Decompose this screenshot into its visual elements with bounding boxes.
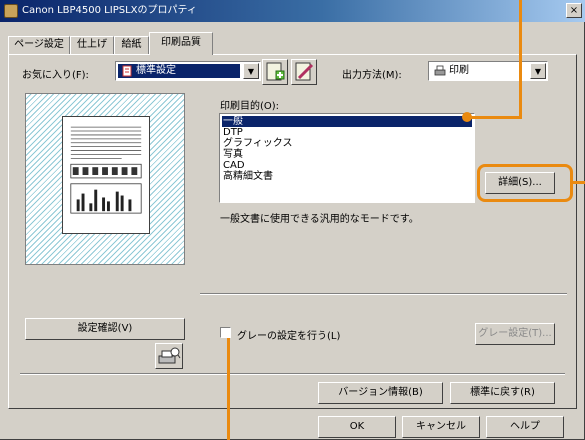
list-item[interactable]: 高精細文書 [222, 171, 472, 182]
close-button[interactable]: × [566, 3, 582, 18]
favorites-value: 標準設定 [136, 65, 176, 76]
list-item[interactable]: グラフィックス [222, 138, 472, 149]
output-method-label: 出力方法(M): [342, 70, 402, 81]
callout-ring-details [477, 164, 573, 202]
tab-print-quality[interactable]: 印刷品質 [149, 32, 213, 55]
ok-button[interactable]: OK [318, 416, 396, 438]
purpose-description: 一般文書に使用できる汎用的なモードです。 [220, 214, 419, 225]
help-button[interactable]: ヘルプ [486, 416, 564, 438]
chevron-down-icon[interactable]: ▼ [530, 63, 546, 79]
preview-page [62, 116, 150, 234]
cancel-button[interactable]: キャンセル [402, 416, 480, 438]
list-item[interactable]: CAD [222, 160, 472, 171]
favorites-label: お気に入り(F): [22, 70, 89, 81]
preview-document-thumbnail [70, 126, 142, 214]
purpose-label: 印刷目的(O): [220, 101, 280, 112]
callout-marker-purpose [462, 112, 472, 122]
add-favorite-button[interactable] [262, 59, 288, 85]
callout-line-gray [227, 338, 230, 440]
title-bar: Canon LBP4500 LIPSLXのプロパティ × [0, 0, 585, 22]
version-info-button[interactable]: バージョン情報(B) [318, 382, 443, 404]
callout-line-purpose-horizontal [468, 116, 522, 119]
add-favorite-icon [266, 62, 285, 81]
tab-page-setup[interactable]: ページ設定 [8, 36, 70, 54]
edit-favorite-icon [295, 62, 314, 81]
printer-icon [434, 65, 446, 76]
divider [200, 293, 567, 295]
window-title: Canon LBP4500 LIPSLXのプロパティ [22, 5, 197, 16]
output-method-select[interactable]: 印刷 ▼ [428, 61, 548, 81]
divider [20, 373, 565, 375]
view-settings-button[interactable]: 設定確認(V) [25, 318, 185, 340]
tab-paper-source[interactable]: 給紙 [114, 36, 149, 54]
gray-settings-button[interactable]: グレー設定(T)... [475, 323, 555, 345]
printer-status-icon [158, 347, 181, 364]
favorites-select[interactable]: 標準設定 ▼ [115, 61, 261, 81]
callout-line-purpose [519, 0, 522, 118]
gray-settings-checkbox[interactable] [220, 327, 231, 338]
tab-finishing[interactable]: 仕上げ [70, 36, 114, 54]
list-item[interactable]: 写真 [222, 149, 472, 160]
purpose-list[interactable]: 一般 DTP グラフィックス 写真 CAD 高精細文書 [219, 113, 475, 203]
print-preview [25, 93, 185, 265]
printer-status-button[interactable] [155, 343, 183, 369]
properties-dialog: Canon LBP4500 LIPSLXのプロパティ × ページ設定 仕上げ 給… [0, 0, 585, 440]
list-item[interactable]: 一般 [222, 116, 472, 127]
gray-settings-checkbox-label: グレーの設定を行う(L) [237, 331, 341, 342]
list-item[interactable]: DTP [222, 127, 472, 138]
edit-favorite-button[interactable] [291, 59, 317, 85]
printer-icon [4, 4, 18, 18]
restore-defaults-button[interactable]: 標準に戻す(R) [450, 382, 555, 404]
output-method-value: 印刷 [449, 65, 469, 76]
callout-line-details [573, 181, 585, 184]
chevron-down-icon[interactable]: ▼ [243, 63, 259, 79]
document-icon [122, 65, 132, 77]
